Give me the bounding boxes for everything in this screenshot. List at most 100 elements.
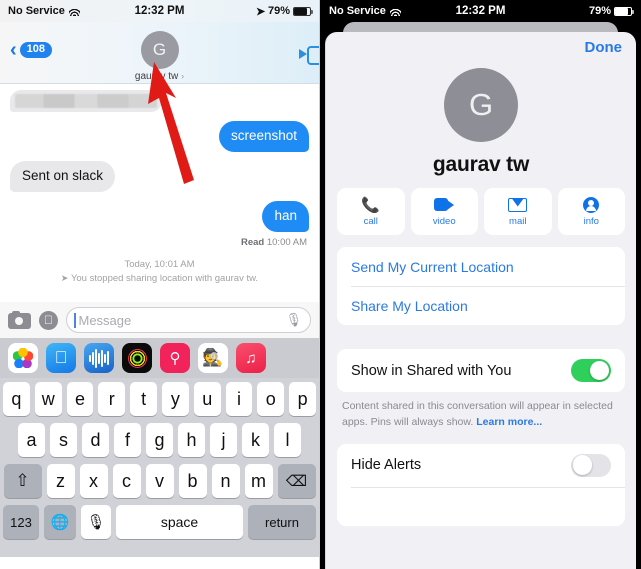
location-arrow-icon: ➤ [60,272,69,283]
key-l[interactable]: l [274,423,301,457]
message-input-placeholder: Message [78,312,132,328]
globe-icon[interactable]: 🌐 [44,505,76,539]
camera-icon[interactable] [8,311,31,329]
on-screen-keyboard[interactable]: q w e r t y u i o p a s d f g h j k l ⇧ … [0,378,319,557]
info-label: info [583,216,599,227]
key-c[interactable]: c [112,464,141,498]
battery-percent-label: 79% [588,5,611,17]
system-location-notice: ➤ You stopped sharing location with gaur… [10,272,309,286]
imessage-app-drawer[interactable]:  ⚲ 🕵 ♫ [0,338,319,378]
key-w[interactable]: w [34,382,62,416]
return-key[interactable]: return [248,505,316,539]
space-key[interactable]: space [116,505,243,539]
info-button[interactable]: info [557,188,625,235]
keyboard-row-3: ⇧ z x c v b n m ⌫ [3,464,316,498]
left-phone-screen: No Service 12:32 PM ➤ 79% ‹ 108 G gaurav… [0,0,320,569]
message-row: screenshot [10,121,314,152]
mail-label: mail [509,216,527,227]
phone-icon: 📞 [361,196,381,214]
music-app-icon[interactable]: ♫ [236,343,266,373]
message-thread[interactable]: screenshot Sent on slack han Read 10:00 … [0,84,319,302]
numeric-key[interactable]: 123 [3,505,39,539]
message-row: Sent on slack [5,160,309,192]
microphone-icon[interactable]: 🎙 [81,505,111,539]
key-t[interactable]: t [130,382,157,416]
app-store-icon[interactable]:  [39,310,58,330]
key-d[interactable]: d [82,423,109,457]
sheet-header: Done [326,32,636,66]
avatar[interactable]: G [444,68,518,142]
key-g[interactable]: g [146,423,173,457]
send-my-current-location-row[interactable]: Send My Current Location [337,247,625,286]
key-h[interactable]: h [178,423,205,457]
key-o[interactable]: o [257,382,285,416]
status-bar-right: 79% [588,5,634,17]
person-circle-icon [583,196,600,213]
right-phone-screen: No Service 12:32 PM 79% Done G gaurav tw… [320,0,641,569]
app-store-app-icon[interactable]:  [46,343,76,373]
message-row: han [10,200,313,232]
key-y[interactable]: y [162,382,189,416]
hide-alerts-toggle[interactable] [571,453,611,477]
status-bar-right: ➤ 79% [256,5,313,18]
keyboard-row-2: a s d f g h j k l [3,423,316,457]
call-button[interactable]: 📞 call [337,188,405,235]
key-x[interactable]: x [79,464,108,498]
message-bubble-incoming: Sent on slack [5,160,116,192]
microphone-icon[interactable]: 🎙 [285,312,302,328]
read-receipt: Read 10:00 AM [10,237,307,248]
key-q[interactable]: q [3,382,30,416]
key-p[interactable]: p [289,382,316,416]
done-button[interactable]: Done [585,39,623,56]
show-in-shared-with-you-row[interactable]: Show in Shared with You [337,349,625,392]
message-row [10,90,309,112]
key-i[interactable]: i [225,382,253,416]
left-status-bar: No Service 12:32 PM ➤ 79% [0,0,319,22]
contact-name-header[interactable]: gaurav tw › [0,71,319,82]
backspace-icon[interactable]: ⌫ [277,464,316,498]
key-u[interactable]: u [193,382,221,416]
key-e[interactable]: e [66,382,94,416]
video-button[interactable]: video [410,188,478,235]
quick-actions-row: 📞 call video mail info [326,177,636,235]
key-k[interactable]: k [242,423,269,457]
battery-icon [614,6,634,16]
hide-alerts-row[interactable]: Hide Alerts [337,444,625,487]
shared-with-you-footnote: Content shared in this conversation will… [326,392,636,431]
key-a[interactable]: a [18,423,45,457]
key-f[interactable]: f [114,423,141,457]
system-location-text: You stopped sharing location with gaurav… [70,272,259,284]
key-z[interactable]: z [46,464,75,498]
key-r[interactable]: r [98,382,126,416]
contact-header-button[interactable]: G gaurav tw › [0,31,319,82]
images-search-app-icon[interactable]: ⚲ [160,343,190,373]
message-bubble-redacted [10,90,162,112]
read-receipt-time: 10:00 AM [266,236,307,248]
hide-alerts-next-row[interactable] [337,486,625,526]
call-label: call [363,216,378,227]
learn-more-link[interactable]: Learn more... [476,416,542,428]
photos-app-icon[interactable] [8,343,38,373]
contact-name: gaurav tw [432,153,530,176]
key-v[interactable]: v [145,464,174,498]
video-label: video [432,216,456,227]
share-my-location-row[interactable]: Share My Location [337,286,625,325]
show-in-shared-with-you-toggle[interactable] [571,359,611,382]
contact-block: G gaurav tw [326,66,636,177]
envelope-icon [508,196,528,213]
message-input[interactable]: Message 🎙 [66,307,311,333]
shared-with-you-card: Show in Shared with You [337,349,625,392]
audio-message-app-icon[interactable] [84,343,114,373]
key-b[interactable]: b [178,464,207,498]
right-status-bar: No Service 12:32 PM 79% [320,0,641,22]
key-j[interactable]: j [210,423,237,457]
key-m[interactable]: m [244,464,273,498]
mail-button[interactable]: mail [484,188,552,235]
key-n[interactable]: n [211,464,240,498]
memoji-app-icon[interactable]: 🕵 [198,343,228,373]
hide-alerts-label: Hide Alerts [351,457,422,473]
key-s[interactable]: s [50,423,77,457]
chevron-right-icon: › [181,71,185,81]
shift-icon[interactable]: ⇧ [3,464,42,498]
activity-app-icon[interactable] [122,343,152,373]
